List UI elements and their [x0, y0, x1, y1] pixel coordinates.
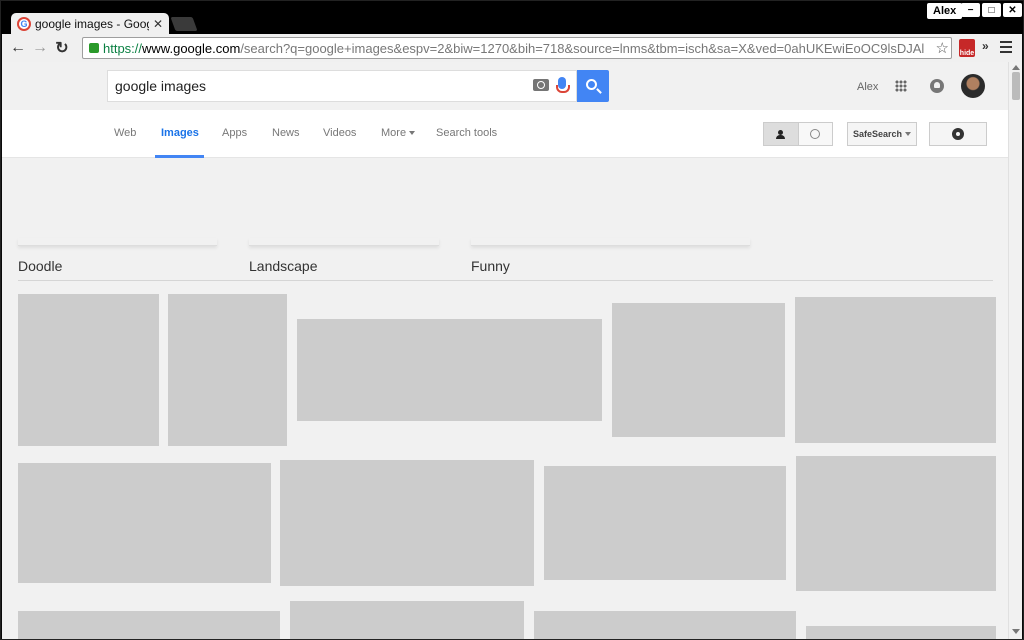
related-card-funny[interactable]: [471, 238, 750, 246]
account-name[interactable]: Alex: [857, 81, 878, 93]
settings-button[interactable]: [929, 122, 987, 146]
related-search-funny[interactable]: Funny: [471, 258, 510, 274]
globe-icon: [810, 129, 821, 139]
image-result[interactable]: [168, 294, 287, 446]
tab-close-icon[interactable]: ✕: [153, 17, 163, 31]
page-scrollbar[interactable]: [1008, 62, 1022, 639]
tab-videos[interactable]: Videos: [323, 127, 356, 139]
related-search-doodle[interactable]: Doodle: [18, 258, 62, 274]
minimize-button[interactable]: −: [961, 3, 980, 17]
results-scope-toggle: [763, 122, 833, 146]
search-input[interactable]: google images: [107, 70, 577, 102]
related-card-landscape[interactable]: [249, 238, 439, 246]
personal-results-button[interactable]: [764, 123, 799, 145]
profile-chip[interactable]: Alex: [927, 3, 963, 19]
tab-news[interactable]: News: [272, 127, 300, 139]
extension-hide-icon[interactable]: hide: [959, 39, 975, 57]
google-header: google images Alex: [2, 62, 1008, 110]
image-result[interactable]: [18, 611, 280, 639]
back-button[interactable]: ←: [7, 37, 29, 59]
browser-toolbar: ← → ↻ https://www.google.com/search?q=go…: [2, 34, 1022, 62]
tab-more-label: More: [381, 127, 407, 139]
browser-menu-icon[interactable]: [1000, 41, 1012, 53]
apps-grid-icon[interactable]: [895, 80, 907, 92]
image-result[interactable]: [297, 319, 602, 421]
browser-window: G google images - Goog ✕ Alex − □ ✕ ← → …: [0, 0, 1024, 640]
active-tab-indicator: [155, 155, 204, 158]
reload-button[interactable]: ↻: [51, 37, 73, 59]
tab-more[interactable]: More: [381, 127, 416, 139]
search-icon: [586, 79, 597, 90]
tab-images[interactable]: Images: [161, 127, 199, 139]
search-button[interactable]: [577, 70, 609, 102]
url-host: www.google.com: [142, 40, 241, 56]
bookmark-star-icon[interactable]: ☆: [933, 39, 949, 57]
person-icon: [776, 129, 786, 139]
search-query: google images: [115, 78, 207, 94]
forward-button[interactable]: →: [29, 37, 51, 59]
image-result[interactable]: [612, 303, 785, 437]
chevron-down-icon: [905, 132, 912, 136]
image-result[interactable]: [18, 463, 271, 583]
browser-tab[interactable]: G google images - Goog ✕: [11, 13, 169, 35]
chevron-down-icon: [409, 131, 416, 136]
close-window-button[interactable]: ✕: [1003, 3, 1022, 17]
image-result[interactable]: [280, 460, 534, 586]
gear-icon: [952, 128, 964, 140]
url-scheme: https://: [103, 40, 143, 56]
address-bar[interactable]: https://www.google.com/search?q=google+i…: [82, 37, 952, 59]
image-result[interactable]: [544, 466, 786, 580]
divider: [18, 280, 993, 281]
scroll-down-icon[interactable]: [1012, 629, 1020, 634]
image-result[interactable]: [796, 456, 996, 591]
image-result[interactable]: [795, 297, 996, 443]
avatar[interactable]: [961, 74, 985, 98]
image-result[interactable]: [18, 294, 159, 446]
scroll-up-icon[interactable]: [1012, 65, 1020, 70]
search-tabs-bar: Web Images Apps News Videos More Search …: [2, 110, 1008, 158]
image-result[interactable]: [290, 601, 524, 639]
tab-search-tools[interactable]: Search tools: [436, 127, 497, 139]
extensions-overflow-icon[interactable]: »: [982, 39, 989, 53]
new-tab-button[interactable]: [170, 17, 198, 31]
safesearch-label: SafeSearch: [852, 129, 903, 139]
tab-web[interactable]: Web: [114, 127, 136, 139]
google-favicon-icon: G: [17, 17, 31, 31]
public-results-button[interactable]: [799, 123, 833, 145]
notifications-icon[interactable]: [930, 79, 944, 93]
microphone-icon[interactable]: [556, 77, 570, 93]
related-search-landscape[interactable]: Landscape: [249, 258, 318, 274]
url-path: /search?q=google+images&espv=2&biw=1270&…: [240, 40, 925, 56]
camera-icon[interactable]: [533, 79, 549, 91]
google-images-page: google images Alex Web Images Apps News …: [2, 62, 1022, 639]
image-result[interactable]: [534, 611, 796, 639]
lock-icon: [89, 43, 99, 53]
tab-strip: G google images - Goog ✕ Alex − □ ✕: [1, 1, 1023, 35]
maximize-button[interactable]: □: [982, 3, 1001, 17]
image-result[interactable]: [806, 626, 996, 639]
safesearch-button[interactable]: SafeSearch: [847, 122, 917, 146]
tab-apps[interactable]: Apps: [222, 127, 247, 139]
related-card-doodle[interactable]: [18, 238, 217, 246]
tab-title: google images - Goog: [35, 17, 149, 31]
scrollbar-thumb[interactable]: [1012, 72, 1020, 100]
